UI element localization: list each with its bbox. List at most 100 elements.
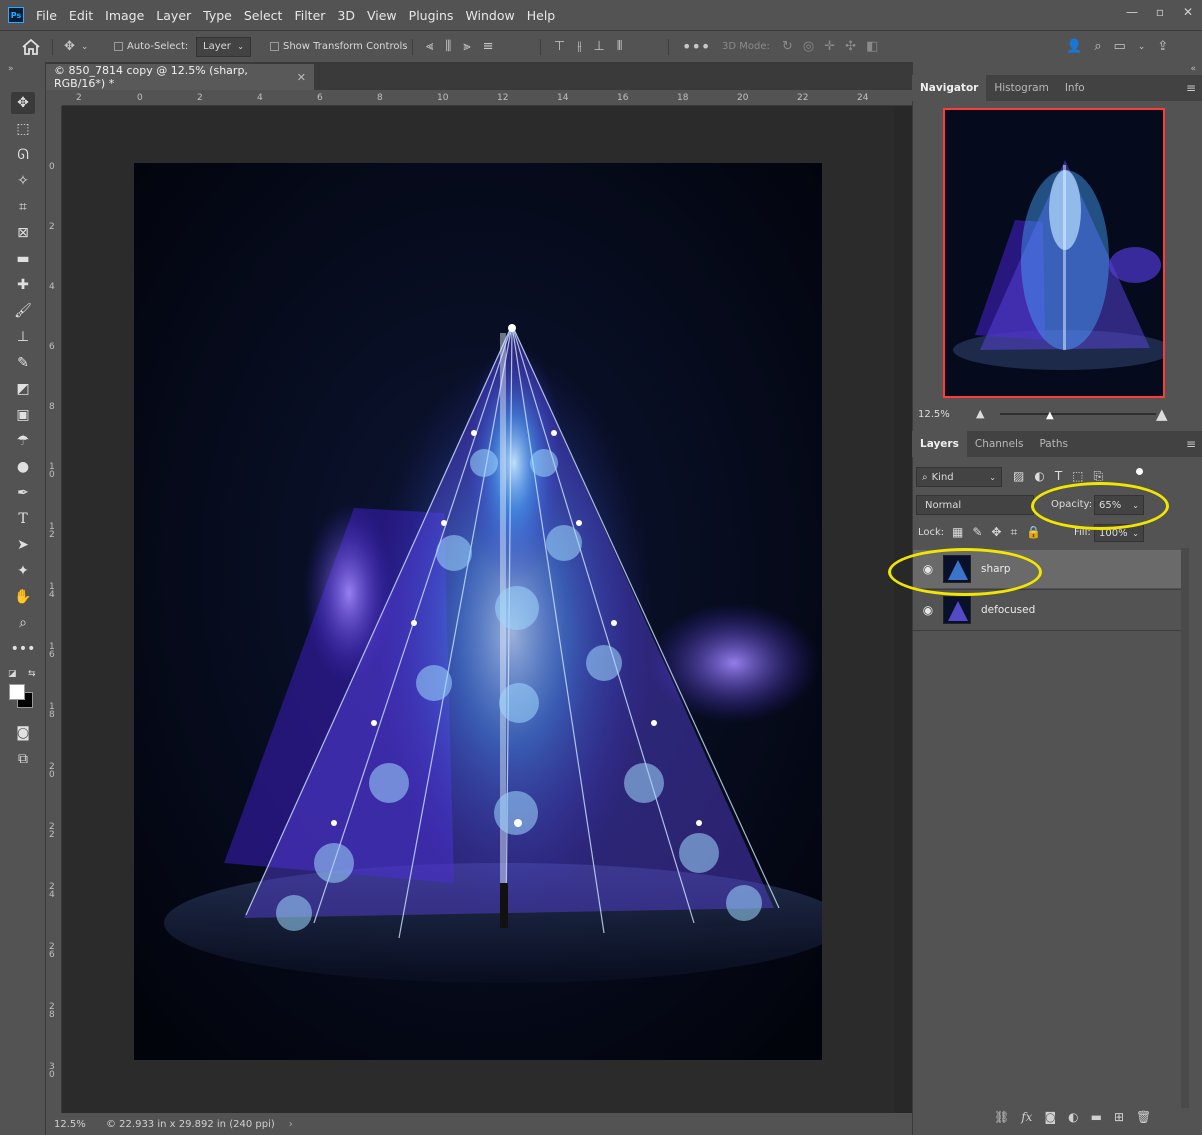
frame-tool-icon[interactable]: ⊠	[11, 222, 35, 244]
clone-stamp-tool-icon[interactable]: ⊥	[11, 326, 35, 348]
navigator-zoom-value[interactable]: 12.5%	[918, 409, 950, 420]
share-icon[interactable]: ⇪	[1157, 39, 1168, 54]
lock-position-icon[interactable]: ✥	[991, 525, 1001, 540]
3d-slide-icon[interactable]: ✣	[845, 39, 856, 54]
tab-histogram[interactable]: Histogram	[986, 75, 1056, 101]
align-center-h-icon[interactable]: ⫼	[445, 39, 451, 54]
home-icon[interactable]	[22, 31, 40, 62]
filter-adjustment-icon[interactable]: ◐	[1034, 469, 1044, 484]
eraser-tool-icon[interactable]: ◩	[11, 378, 35, 400]
distribute-v-icon[interactable]: ⫴	[617, 39, 622, 54]
hand-tool-icon[interactable]: ✋	[11, 586, 35, 608]
menu-view[interactable]: View	[361, 8, 403, 23]
layers-scrollbar[interactable]	[1181, 548, 1189, 1108]
visibility-eye-icon[interactable]: ◉	[913, 603, 943, 617]
close-icon[interactable]: ✕	[1174, 0, 1202, 24]
new-layer-icon[interactable]: ⊞	[1114, 1110, 1124, 1124]
3d-roll-icon[interactable]: ◎	[803, 39, 814, 54]
status-zoom[interactable]: 12.5%	[54, 1119, 104, 1130]
tab-paths[interactable]: Paths	[1031, 431, 1076, 457]
layer-filter-dropdown[interactable]: ⌕ Kind ⌄	[916, 467, 1002, 487]
document-image[interactable]	[134, 163, 822, 1060]
align-middle-icon[interactable]: ⫲	[577, 39, 581, 54]
tab-channels[interactable]: Channels	[967, 431, 1032, 457]
auto-select-target-dropdown[interactable]: Layer ⌄	[196, 36, 251, 57]
shape-tool-icon[interactable]: ✦	[11, 560, 35, 582]
auto-select-checkbox[interactable]: Auto-Select:	[114, 31, 188, 62]
lock-all-icon[interactable]: 🔒	[1026, 525, 1041, 540]
align-right-icon[interactable]: ⫸	[463, 39, 470, 54]
menu-type[interactable]: Type	[197, 8, 238, 23]
layer-row-defocused[interactable]: ◉ defocused	[913, 591, 1181, 629]
menu-image[interactable]: Image	[99, 8, 150, 23]
distribute-h-icon[interactable]: ≡	[483, 39, 494, 54]
menu-3d[interactable]: 3D	[331, 8, 361, 23]
align-left-icon[interactable]: ⫷	[426, 39, 433, 54]
panel-menu-icon[interactable]: ≡	[1186, 437, 1196, 451]
3d-orbit-icon[interactable]: ↻	[782, 39, 793, 54]
collapse-icon[interactable]: «	[1190, 64, 1196, 74]
align-bottom-icon[interactable]: ⊥	[594, 39, 605, 54]
minimize-icon[interactable]: —	[1118, 0, 1146, 24]
menu-edit[interactable]: Edit	[63, 8, 99, 23]
zoom-slider-track[interactable]	[1000, 413, 1156, 415]
lock-transparent-icon[interactable]: ▦	[952, 525, 963, 540]
blend-mode-dropdown[interactable]: Normal	[916, 495, 1034, 515]
close-icon[interactable]: ✕	[297, 71, 306, 84]
lock-image-icon[interactable]: ✎	[972, 525, 982, 540]
show-transform-controls-checkbox[interactable]: Show Transform Controls	[270, 31, 407, 62]
zoom-slider-handle[interactable]: ▲	[1046, 410, 1054, 421]
zoom-tool-icon[interactable]: ⌕	[11, 612, 35, 634]
blur-tool-icon[interactable]: ☂	[11, 430, 35, 452]
move-tool-icon[interactable]: ✥	[11, 92, 35, 114]
search-icon[interactable]: ⌕	[1094, 39, 1101, 54]
collapse-icon[interactable]: »	[8, 64, 14, 74]
default-colors-icon[interactable]: ◪	[8, 669, 17, 679]
zoom-in-icon[interactable]: ▲	[1156, 405, 1168, 423]
lock-artboard-icon[interactable]: ⌗	[1010, 525, 1017, 540]
foreground-color-swatch[interactable]	[9, 684, 25, 700]
link-layers-icon[interactable]: ⛓	[994, 1110, 1009, 1124]
brush-tool-icon[interactable]: 🖌	[11, 300, 35, 322]
document-tab[interactable]: © 850_7814 copy @ 12.5% (sharp, RGB/16*)…	[46, 64, 314, 90]
zoom-out-icon[interactable]: ▲	[976, 407, 984, 420]
path-selection-tool-icon[interactable]: ➤	[11, 534, 35, 556]
quick-mask-icon[interactable]: ◙	[11, 722, 35, 744]
panel-menu-icon[interactable]: ≡	[1186, 81, 1196, 95]
navigator-preview[interactable]	[943, 108, 1165, 398]
3d-pan-icon[interactable]: ✛	[824, 39, 835, 54]
share-user-icon[interactable]: 👤	[1066, 39, 1082, 54]
gradient-tool-icon[interactable]: ▣	[11, 404, 35, 426]
crop-tool-icon[interactable]: ⌗	[11, 196, 35, 218]
tab-layers[interactable]: Layers	[912, 431, 967, 457]
history-brush-tool-icon[interactable]: ✎	[11, 352, 35, 374]
menu-filter[interactable]: Filter	[288, 8, 331, 23]
pen-tool-icon[interactable]: ✒	[11, 482, 35, 504]
3d-scale-icon[interactable]: ◧	[866, 39, 878, 54]
new-adjustment-icon[interactable]: ◐	[1068, 1110, 1078, 1124]
type-tool-icon[interactable]: T	[11, 508, 35, 530]
maximize-icon[interactable]: ▫	[1146, 0, 1174, 24]
lasso-tool-icon[interactable]: ᘏ	[11, 144, 35, 166]
dodge-tool-icon[interactable]: ●	[11, 456, 35, 478]
move-tool-preset-icon[interactable]: ✥ ⌄	[64, 31, 88, 62]
screen-mode-icon[interactable]: ⧉	[11, 748, 35, 770]
healing-brush-tool-icon[interactable]: ✚	[11, 274, 35, 296]
tab-navigator[interactable]: Navigator	[912, 75, 987, 101]
marquee-tool-icon[interactable]: ⬚	[11, 118, 35, 140]
magic-wand-tool-icon[interactable]: ✧	[11, 170, 35, 192]
chevron-right-icon[interactable]: ›	[289, 1119, 293, 1130]
menu-file[interactable]: File	[30, 8, 63, 23]
chevron-down-icon[interactable]: ⌄	[1138, 42, 1146, 52]
layer-style-icon[interactable]: fx	[1021, 1110, 1032, 1124]
menu-window[interactable]: Window	[459, 8, 520, 23]
filter-toggle-icon[interactable]	[1136, 468, 1143, 475]
add-mask-icon[interactable]: ◙	[1044, 1110, 1056, 1124]
filter-pixel-icon[interactable]: ▨	[1013, 469, 1024, 484]
workspace-icon[interactable]: ▭	[1113, 39, 1125, 54]
tab-info[interactable]: Info	[1057, 75, 1093, 101]
menu-layer[interactable]: Layer	[150, 8, 197, 23]
swap-colors-icon[interactable]: ⇆	[28, 669, 36, 679]
ruler-tool-icon[interactable]: ▬	[11, 248, 35, 270]
align-top-icon[interactable]: ⊤	[554, 39, 565, 54]
